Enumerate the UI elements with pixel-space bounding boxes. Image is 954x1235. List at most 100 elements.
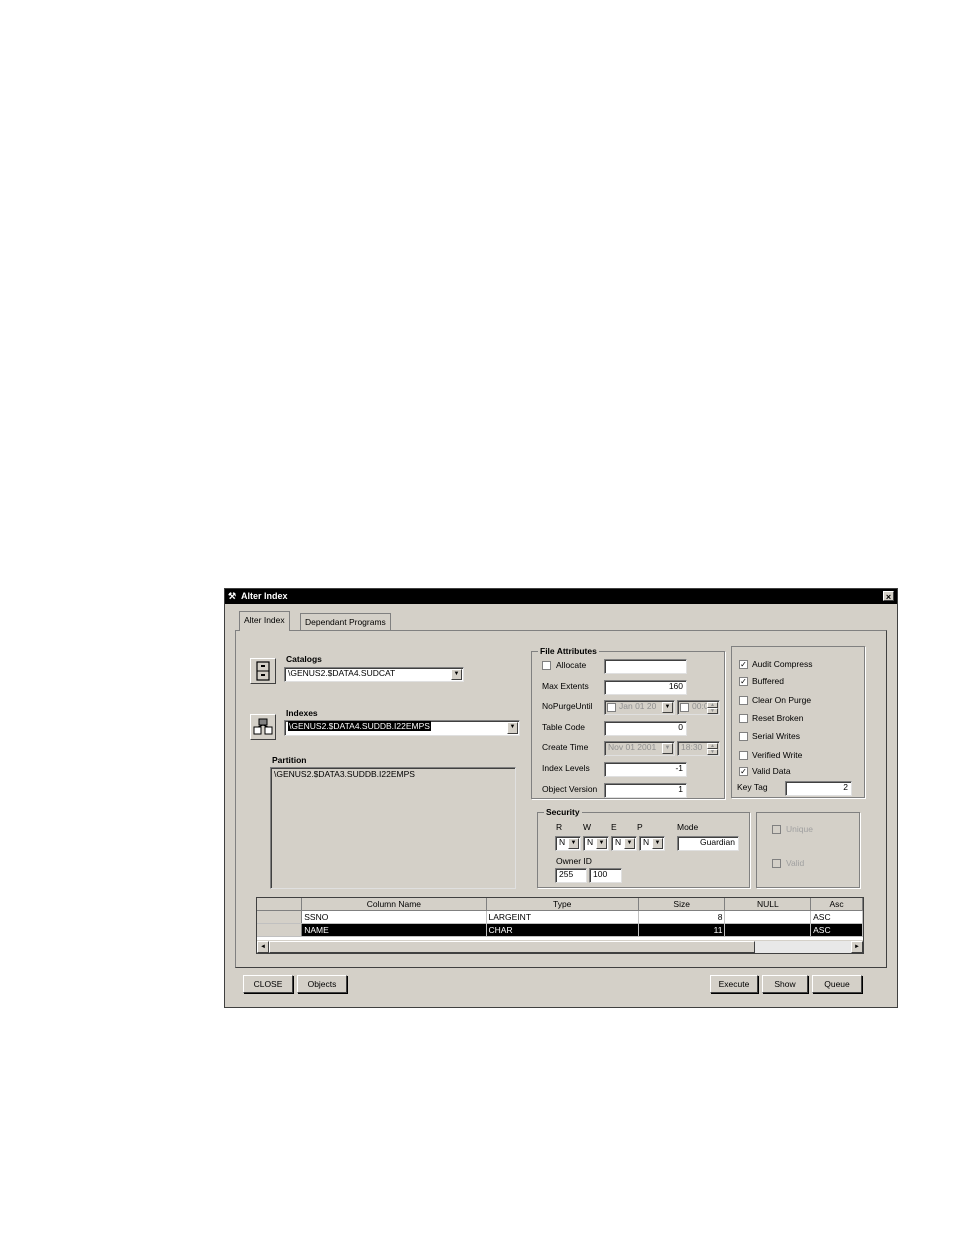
- create-time-date-field: Nov 01 2001 ▼: [604, 741, 675, 756]
- security-title: Security: [544, 807, 582, 817]
- app-icon: ⚒: [228, 591, 237, 601]
- security-e-select[interactable]: N ▼: [611, 836, 637, 851]
- valid-data-checkbox[interactable]: ✓: [739, 767, 748, 776]
- indexes-value: \GENUS2.$DATA4.SUDDB.I22EMPS: [288, 721, 431, 731]
- cell-asc[interactable]: ASC: [810, 923, 863, 937]
- cell-null[interactable]: [724, 923, 812, 937]
- table-code-field[interactable]: 0: [604, 721, 687, 736]
- nopurgeuntil-label: NoPurgeUntil: [542, 701, 593, 711]
- execute-button[interactable]: Execute: [710, 975, 758, 993]
- cell-type[interactable]: LARGEINT: [486, 910, 639, 924]
- row-header-corner: [257, 898, 303, 911]
- cell-column-name[interactable]: NAME: [301, 923, 487, 937]
- owner-id-group-field[interactable]: 255: [555, 868, 587, 883]
- cell-size[interactable]: 8: [638, 910, 726, 924]
- object-version-label: Object Version: [542, 784, 598, 794]
- security-mode-label: Mode: [677, 822, 699, 832]
- security-r-label: R: [556, 822, 563, 832]
- chevron-down-icon[interactable]: ▼: [662, 702, 673, 713]
- create-time-time-field: 18:30 ▲ ▼: [677, 741, 720, 756]
- max-extents-field[interactable]: 160: [604, 680, 687, 695]
- column-header-type[interactable]: Type: [486, 898, 639, 911]
- security-w-select[interactable]: N ▼: [583, 836, 609, 851]
- security-e-value: N: [615, 837, 622, 847]
- file-attributes-title: File Attributes: [538, 646, 599, 656]
- table-row[interactable]: NAME CHAR 11 ASC: [257, 923, 863, 937]
- queue-button[interactable]: Queue: [812, 975, 862, 993]
- unique-checkbox: [772, 825, 781, 834]
- tab-alter-index[interactable]: Alter Index: [239, 611, 290, 631]
- nopurgeuntil-date-field[interactable]: Jan 01 20 ▼: [604, 700, 675, 715]
- serial-writes-checkbox[interactable]: [739, 732, 748, 741]
- clear-on-purge-checkbox[interactable]: [739, 696, 748, 705]
- horizontal-scrollbar[interactable]: ◄ ►: [257, 940, 863, 953]
- security-r-value: N: [559, 837, 566, 847]
- tab-dependant-programs[interactable]: Dependant Programs: [300, 613, 391, 630]
- nopurgeuntil-time-checkbox[interactable]: [680, 703, 689, 712]
- security-mode-field[interactable]: Guardian: [677, 836, 739, 851]
- object-version-field[interactable]: 1: [604, 783, 687, 798]
- scroll-right-icon[interactable]: ►: [851, 941, 863, 953]
- row-header[interactable]: [257, 910, 303, 924]
- column-header-name[interactable]: Column Name: [301, 898, 487, 911]
- close-window-button[interactable]: ×: [883, 591, 894, 602]
- security-p-value: N: [643, 837, 650, 847]
- nopurgeuntil-date-checkbox[interactable]: [607, 703, 616, 712]
- column-header-size[interactable]: Size: [638, 898, 726, 911]
- chevron-down-icon[interactable]: ▼: [596, 838, 607, 849]
- valid-label: Valid: [786, 858, 805, 868]
- title-bar[interactable]: ⚒ Alter Index ×: [225, 589, 897, 604]
- chevron-down-icon[interactable]: ▼: [451, 669, 462, 680]
- audit-compress-checkbox[interactable]: ✓: [739, 660, 748, 669]
- indexes-select[interactable]: \GENUS2.$DATA4.SUDDB.I22EMPS ▼: [284, 720, 520, 736]
- nopurgeuntil-time-field[interactable]: 00:0 ▲ ▼: [677, 700, 720, 715]
- verified-write-label: Verified Write: [752, 750, 803, 760]
- partition-list[interactable]: \GENUS2.$DATA3.SUDDB.I22EMPS: [270, 767, 516, 889]
- chevron-down-icon[interactable]: ▼: [568, 838, 579, 849]
- grid-header-row: Column Name Type Size NULL Asc: [257, 898, 863, 911]
- indexes-button[interactable]: [250, 714, 276, 740]
- catalogs-select[interactable]: \GENUS2.$DATA4.SUDCAT ▼: [284, 667, 464, 682]
- cell-column-name[interactable]: SSNO: [301, 910, 487, 924]
- cell-size[interactable]: 11: [638, 923, 726, 937]
- index-levels-label: Index Levels: [542, 763, 590, 773]
- nopurgeuntil-date-value: Jan 01 20: [619, 701, 657, 711]
- cell-type[interactable]: CHAR: [486, 923, 639, 937]
- column-header-asc[interactable]: Asc: [810, 898, 863, 911]
- security-r-select[interactable]: N ▼: [555, 836, 581, 851]
- allocate-checkbox[interactable]: [542, 661, 551, 670]
- verified-write-checkbox[interactable]: [739, 751, 748, 760]
- allocate-field[interactable]: [604, 659, 687, 674]
- audit-compress-label: Audit Compress: [752, 659, 813, 669]
- chevron-down-icon[interactable]: ▼: [652, 838, 663, 849]
- scroll-left-icon[interactable]: ◄: [257, 941, 269, 953]
- show-button[interactable]: Show: [762, 975, 808, 993]
- catalogs-button[interactable]: [250, 658, 276, 684]
- index-levels-field[interactable]: -1: [604, 762, 687, 777]
- key-tag-label: Key Tag: [737, 782, 768, 792]
- objects-button[interactable]: Objects: [297, 975, 347, 993]
- column-header-null[interactable]: NULL: [724, 898, 812, 911]
- key-tag-field[interactable]: 2: [785, 781, 852, 796]
- chevron-down-icon[interactable]: ▼: [507, 722, 518, 734]
- chevron-down-icon[interactable]: ▼: [624, 838, 635, 849]
- cabinet-icon: [256, 661, 270, 681]
- cell-asc[interactable]: ASC: [810, 910, 863, 924]
- security-p-select[interactable]: N ▼: [639, 836, 665, 851]
- owner-id-user-field[interactable]: 100: [589, 868, 622, 883]
- close-button[interactable]: CLOSE: [243, 975, 293, 993]
- chevron-down-icon: ▼: [662, 743, 673, 754]
- max-extents-label: Max Extents: [542, 681, 589, 691]
- buffered-checkbox[interactable]: ✓: [739, 677, 748, 686]
- buffered-label: Buffered: [752, 676, 784, 686]
- serial-writes-label: Serial Writes: [752, 731, 801, 741]
- reset-broken-checkbox[interactable]: [739, 714, 748, 723]
- spin-down-icon[interactable]: ▼: [707, 708, 718, 714]
- cell-null[interactable]: [724, 910, 812, 924]
- create-time-label: Create Time: [542, 742, 589, 752]
- table-row[interactable]: SSNO LARGEINT 8 ASC: [257, 910, 863, 924]
- row-header[interactable]: [257, 923, 303, 937]
- list-item[interactable]: \GENUS2.$DATA3.SUDDB.I22EMPS: [274, 768, 512, 781]
- scroll-thumb[interactable]: [269, 941, 755, 953]
- create-time-date-value: Nov 01 2001: [608, 742, 657, 752]
